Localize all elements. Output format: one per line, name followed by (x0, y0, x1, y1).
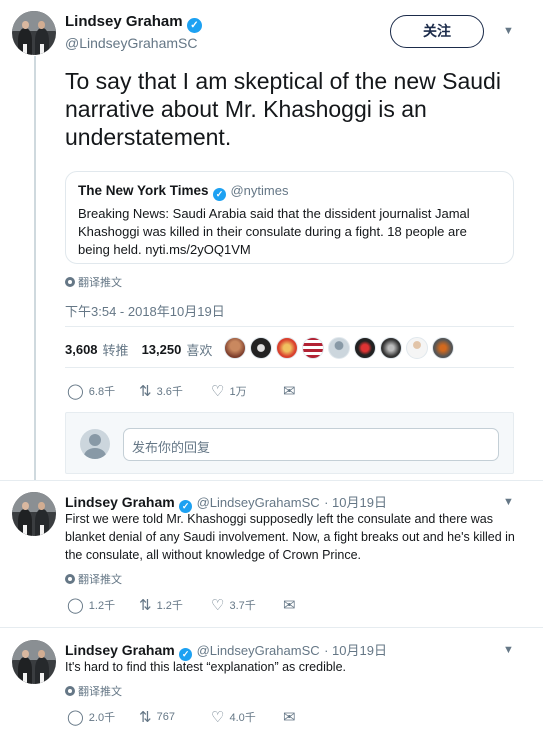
direct-message-button[interactable]: ✉ (283, 710, 296, 725)
author-avatar[interactable] (12, 492, 56, 536)
like-count-label: 喜欢 (186, 343, 213, 358)
tweet-actions: ◯ 6.8千 ⇅ 3.6千 ♡ 1万 ✉ (67, 383, 296, 399)
liker-avatar[interactable] (354, 337, 376, 359)
reply-button[interactable]: ◯ 2.0千 (67, 709, 139, 725)
author-name[interactable]: Lindsey Graham (65, 642, 175, 658)
retweet-icon: ⇅ (139, 382, 152, 400)
retweet-count-label: 转推 (102, 343, 129, 358)
verified-badge-icon: ✓ (187, 18, 202, 33)
reply-count: 2.0千 (88, 712, 116, 724)
chevron-down-icon[interactable]: ▼ (503, 496, 514, 508)
retweet-button[interactable]: ⇅ 3.6千 (139, 383, 211, 399)
like-button[interactable]: ♡ 1万 (211, 383, 283, 399)
quoted-tweet[interactable]: The New York Times ✓ @nytimes Breaking N… (65, 171, 514, 264)
direct-message-button[interactable]: ✉ (283, 384, 296, 399)
like-action-count: 4.0千 (229, 712, 256, 724)
divider (65, 326, 514, 327)
heart-icon: ♡ (211, 596, 225, 614)
tweet-stats: 3,608 转推 13,250 喜欢 (65, 340, 220, 359)
envelope-icon: ✉ (283, 596, 296, 614)
author-handle[interactable]: @LindseyGrahamSC (197, 495, 320, 510)
liker-avatar[interactable] (432, 337, 454, 359)
quoted-author-handle: @nytimes (230, 183, 289, 198)
tweet-timestamp[interactable]: 下午3:54 - 2018年10月19日 (65, 301, 225, 320)
liker-avatar[interactable] (302, 337, 324, 359)
reply-composer: 发布你的回复 (65, 412, 514, 474)
like-button[interactable]: ♡ 4.0千 (211, 709, 283, 725)
translate-tweet-link[interactable]: 翻译推文 (65, 683, 122, 699)
author-handle[interactable]: @LindseyGrahamSC (65, 35, 198, 51)
tweet-text: To say that I am skeptical of the new Sa… (65, 68, 501, 150)
reply-button[interactable]: ◯ 6.8千 (67, 383, 139, 399)
translate-label: 翻译推文 (78, 277, 122, 289)
retweet-action-count: 1.2千 (156, 600, 183, 612)
like-count[interactable]: 13,250 (142, 342, 182, 357)
like-action-count: 3.7千 (229, 600, 256, 612)
like-action-count: 1万 (229, 386, 247, 398)
tweet-date[interactable]: · 10月19日 (324, 643, 387, 658)
reply-icon: ◯ (67, 382, 84, 400)
verified-badge-icon: ✓ (213, 188, 227, 201)
globe-icon (65, 574, 75, 584)
envelope-icon: ✉ (283, 382, 296, 400)
author-name[interactable]: Lindsey Graham (65, 13, 183, 30)
heart-icon: ♡ (211, 708, 225, 726)
chevron-down-icon[interactable]: ▼ (503, 25, 514, 37)
translate-tweet-link[interactable]: 翻译推文 (65, 274, 122, 290)
tweet-actions: ◯ 1.2千 ⇅ 1.2千 ♡ 3.7千 ✉ (67, 597, 296, 613)
author-avatar[interactable] (12, 11, 56, 55)
tweet-date[interactable]: · 10月19日 (324, 495, 387, 510)
divider (65, 367, 514, 368)
tweet-text: First we were told Mr. Khashoggi suppose… (65, 512, 515, 562)
author-info: Lindsey Graham ✓ (65, 13, 202, 33)
author-avatar[interactable] (12, 640, 56, 684)
translate-tweet-link[interactable]: 翻译推文 (65, 571, 122, 587)
like-button[interactable]: ♡ 3.7千 (211, 597, 283, 613)
divider (0, 627, 543, 628)
heart-icon: ♡ (211, 382, 225, 400)
reply-count: 6.8千 (88, 386, 116, 398)
liker-avatar[interactable] (328, 337, 350, 359)
reply-icon: ◯ (67, 708, 84, 726)
chevron-down-icon[interactable]: ▼ (503, 644, 514, 656)
reply-count: 1.2千 (88, 600, 116, 612)
retweet-button[interactable]: ⇅ 767 (139, 710, 211, 725)
translate-label: 翻译推文 (78, 574, 122, 586)
reply-icon: ◯ (67, 596, 84, 614)
liker-avatar[interactable] (406, 337, 428, 359)
retweet-icon: ⇅ (139, 708, 152, 726)
liker-avatar[interactable] (224, 337, 246, 359)
tweet-text: It's hard to find this latest “explanati… (65, 660, 347, 674)
liker-avatar[interactable] (380, 337, 402, 359)
divider (0, 480, 543, 481)
follow-button[interactable]: 关注 (390, 15, 484, 48)
liker-avatar[interactable] (250, 337, 272, 359)
reply-input[interactable]: 发布你的回复 (123, 428, 499, 461)
quoted-author-name: The New York Times (78, 183, 209, 198)
author-handle[interactable]: @LindseyGrahamSC (197, 643, 320, 658)
envelope-icon: ✉ (283, 708, 296, 726)
retweet-action-count: 3.6千 (156, 386, 183, 398)
retweet-icon: ⇅ (139, 596, 152, 614)
quoted-tweet-text: Breaking News: Saudi Arabia said that th… (78, 206, 470, 257)
liker-avatar[interactable] (276, 337, 298, 359)
globe-icon (65, 686, 75, 696)
globe-icon (65, 277, 75, 287)
retweet-button[interactable]: ⇅ 1.2千 (139, 597, 211, 613)
direct-message-button[interactable]: ✉ (283, 598, 296, 613)
tweet-actions: ◯ 2.0千 ⇅ 767 ♡ 4.0千 ✉ (67, 709, 296, 725)
author-name[interactable]: Lindsey Graham (65, 494, 175, 510)
reply-button[interactable]: ◯ 1.2千 (67, 597, 139, 613)
user-avatar (80, 429, 110, 459)
retweet-action-count: 767 (156, 711, 175, 723)
translate-label: 翻译推文 (78, 686, 122, 698)
retweet-count[interactable]: 3,608 (65, 342, 98, 357)
thread-line (34, 56, 36, 480)
